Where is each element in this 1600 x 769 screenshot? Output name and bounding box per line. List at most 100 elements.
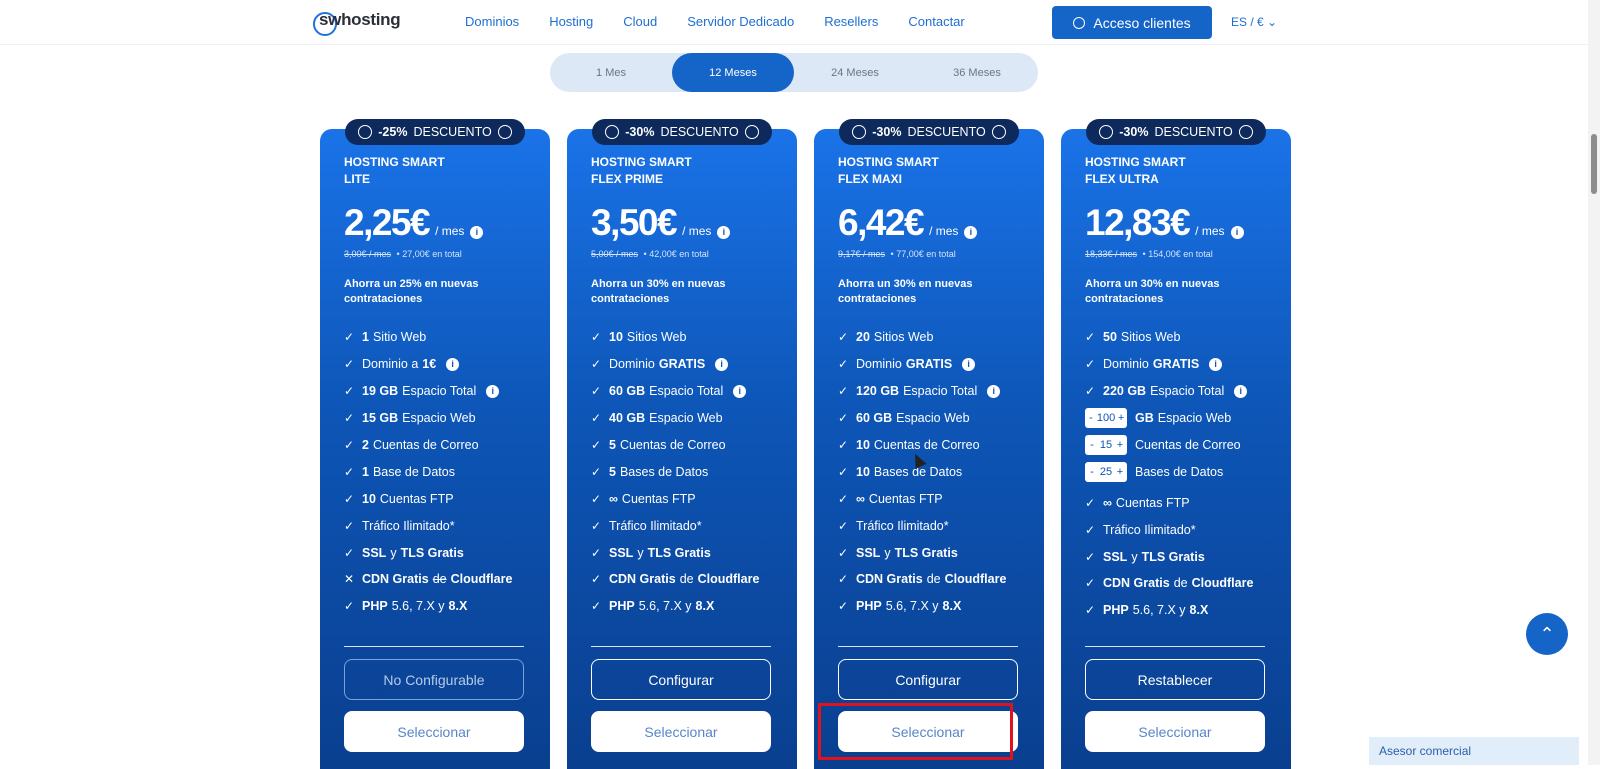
language-currency-selector[interactable]: ES / € ⌄: [1231, 15, 1277, 29]
info-icon[interactable]: i: [964, 225, 978, 239]
feature-text: 1: [362, 464, 369, 479]
card-divider: [344, 646, 524, 647]
check-icon: ✓: [591, 464, 602, 479]
nav-servidor-dedicado[interactable]: Servidor Dedicado: [687, 14, 794, 29]
user-icon: [1073, 16, 1086, 29]
feature-text: 10: [609, 330, 623, 345]
info-icon[interactable]: i: [1209, 357, 1223, 371]
check-icon: ✓: [344, 491, 355, 506]
check-icon: ✓: [591, 599, 602, 614]
quantity-stepper[interactable]: -15 +: [1085, 435, 1127, 455]
feature-item: ✓ CDN Gratis de Cloudflare: [838, 566, 1038, 593]
scroll-to-top-button[interactable]: ⌃: [1526, 613, 1568, 655]
old-price: 18,33€ / mes: [1085, 249, 1138, 259]
feature-bold: 8.X: [942, 599, 962, 614]
feature-item: ✓ CDN Gratis de Cloudflare: [591, 566, 791, 593]
info-icon[interactable]: i: [715, 357, 729, 371]
period-24-meses[interactable]: 24 Meses: [794, 53, 916, 92]
increment-button[interactable]: +: [1113, 439, 1127, 451]
plan-name-line1: HOSTING SMART: [344, 155, 445, 169]
feature-text: 120 GB: [856, 384, 900, 399]
acceso-clientes-button[interactable]: Acceso clientes: [1052, 6, 1212, 39]
feature-text: Cuentas de Correo: [372, 438, 479, 452]
feature-bold: CDN Gratis: [856, 572, 923, 587]
info-icon[interactable]: i: [733, 384, 747, 398]
info-icon[interactable]: i: [446, 357, 460, 371]
nav-contactar[interactable]: Contactar: [908, 14, 964, 29]
price-period: / mes: [1195, 224, 1225, 238]
feature-text: de: [926, 572, 941, 587]
logo-text: swhosting: [319, 10, 401, 29]
configure-button[interactable]: Configurar: [838, 659, 1018, 700]
feature-item: ✓ Tráfico Ilimitado*: [591, 512, 791, 539]
feature-item: -100 + GB Espacio Web: [1085, 405, 1285, 432]
check-icon: ✓: [1085, 330, 1096, 345]
feature-item: -15 + Cuentas de Correo: [1085, 432, 1285, 459]
price-subtext: 5,00€ / mes • 42,00€ en total: [591, 249, 709, 259]
check-icon: ✓: [1085, 549, 1096, 564]
info-icon[interactable]: i: [486, 384, 500, 398]
feature-item: ✓ 1 Base de Datos: [344, 458, 544, 485]
feature-item: ✓ ∞ Cuentas FTP: [838, 485, 1038, 512]
configure-button[interactable]: Configurar: [591, 659, 771, 700]
period-12-meses[interactable]: 12 Meses: [672, 53, 794, 92]
feature-text: Sitios Web: [1120, 330, 1181, 345]
select-plan-button[interactable]: Seleccionar: [344, 711, 524, 752]
plan-card: -25% DESCUENTO HOSTING SMART LITE 2,25€ / mes…: [320, 119, 550, 769]
discount-label: DESCUENTO: [1154, 125, 1233, 139]
decrement-button[interactable]: -: [1085, 439, 1099, 451]
nav-dominios[interactable]: Dominios: [465, 14, 519, 29]
info-icon[interactable]: i: [962, 357, 976, 371]
check-icon: ✓: [344, 518, 355, 533]
check-icon: ✓: [591, 330, 602, 345]
feature-text: 5.6, 7.X y: [1132, 603, 1186, 618]
feature-text: de: [679, 572, 694, 587]
feature-item: ✓ PHP 5.6, 7.X y 8.X: [344, 593, 544, 620]
feature-text: Cuentas de Correo: [1135, 438, 1241, 452]
plan-name-line2: FLEX ULTRA: [1085, 172, 1159, 186]
check-icon: ✓: [838, 411, 849, 426]
increment-button[interactable]: +: [1115, 412, 1127, 424]
info-icon[interactable]: i: [1230, 225, 1244, 239]
feature-text: 60 GB: [609, 384, 646, 399]
check-icon: ✓: [344, 330, 355, 345]
feature-text: GRATIS: [905, 357, 953, 372]
feature-bold: SSL: [1103, 549, 1128, 564]
info-icon[interactable]: i: [717, 225, 731, 239]
selection-highlight: [818, 703, 1013, 760]
select-plan-button[interactable]: Seleccionar: [1085, 711, 1265, 752]
feature-item: ✓ Dominio GRATIS i: [591, 351, 791, 378]
nav-resellers[interactable]: Resellers: [824, 14, 878, 29]
page-scrollbar[interactable]: [1588, 0, 1600, 765]
increment-button[interactable]: +: [1113, 466, 1127, 478]
info-icon[interactable]: i: [987, 384, 1001, 398]
swhosting-logo[interactable]: swhosting: [313, 10, 401, 36]
feature-text: 10: [362, 491, 376, 506]
feature-text: ∞: [856, 491, 865, 506]
asesor-comercial-chat[interactable]: Asesor comercial: [1369, 737, 1579, 765]
feature-text: Cuentas FTP: [868, 491, 943, 506]
feature-text: GRATIS: [658, 357, 706, 372]
feature-text: Dominio: [856, 357, 902, 372]
info-icon[interactable]: i: [470, 225, 484, 239]
feature-text: Cuentas de Correo: [873, 438, 980, 452]
scrollbar-thumb[interactable]: [1591, 134, 1597, 194]
quantity-stepper[interactable]: -100 +: [1085, 408, 1127, 429]
info-icon[interactable]: i: [1234, 384, 1248, 398]
feature-bold: PHP: [609, 599, 635, 614]
period-1-mes[interactable]: 1 Mes: [550, 53, 672, 92]
period-36-meses[interactable]: 36 Meses: [916, 53, 1038, 92]
feature-item: -25 + Bases de Datos: [1085, 458, 1285, 485]
feature-item: ✓ SSL y TLS Gratis: [344, 539, 544, 566]
nav-cloud[interactable]: Cloud: [623, 14, 657, 29]
select-plan-button[interactable]: Seleccionar: [591, 711, 771, 752]
decrement-button[interactable]: -: [1085, 412, 1097, 424]
feature-text: Bases de Datos: [1135, 464, 1224, 479]
configure-button: No Configurable: [344, 659, 524, 700]
quantity-stepper[interactable]: -25 +: [1085, 461, 1127, 482]
check-icon: ✓: [838, 357, 849, 372]
reset-button[interactable]: Restablecer: [1085, 659, 1265, 700]
nav-hosting[interactable]: Hosting: [549, 14, 593, 29]
feature-item: ✓ CDN Gratis de Cloudflare: [1085, 570, 1285, 597]
decrement-button[interactable]: -: [1085, 466, 1099, 478]
